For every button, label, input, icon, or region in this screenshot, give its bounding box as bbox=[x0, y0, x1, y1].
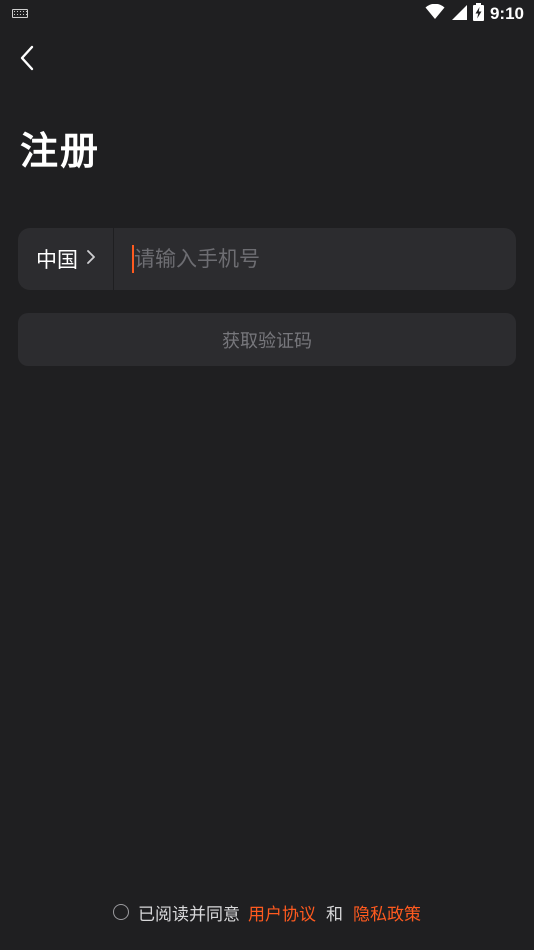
keyboard-icon bbox=[12, 9, 28, 18]
status-icons: 9:10 bbox=[425, 3, 524, 25]
page-title: 注册 bbox=[20, 129, 101, 173]
user-agreement-link[interactable]: 用户协议 bbox=[248, 900, 316, 925]
status-bar: 9:10 bbox=[0, 0, 534, 28]
chevron-right-icon bbox=[86, 249, 96, 269]
agreement-and: 和 bbox=[326, 904, 343, 925]
privacy-policy-link[interactable]: 隐私政策 bbox=[353, 900, 421, 925]
phone-number-input[interactable] bbox=[132, 247, 516, 271]
wifi-icon bbox=[425, 3, 445, 24]
chevron-left-icon bbox=[18, 44, 38, 76]
agreement-row: 已阅读并同意 用户协议 和 隐私政策 bbox=[0, 899, 534, 925]
phone-input-wrapper bbox=[114, 228, 516, 290]
get-code-label: 获取验证码 bbox=[222, 330, 312, 352]
text-caret bbox=[132, 245, 134, 273]
get-verification-code-button[interactable]: 获取验证码 bbox=[18, 313, 516, 366]
phone-input-row: 中国 bbox=[18, 228, 516, 290]
status-time: 9:10 bbox=[489, 4, 524, 23]
agreement-checkbox[interactable] bbox=[113, 904, 129, 920]
country-selector[interactable]: 中国 bbox=[18, 228, 113, 290]
signal-icon bbox=[451, 4, 467, 24]
battery-charging-icon bbox=[472, 3, 484, 25]
back-button[interactable] bbox=[12, 44, 44, 76]
country-label: 中国 bbox=[36, 248, 78, 272]
agreement-prefix: 已阅读并同意 bbox=[138, 904, 240, 925]
